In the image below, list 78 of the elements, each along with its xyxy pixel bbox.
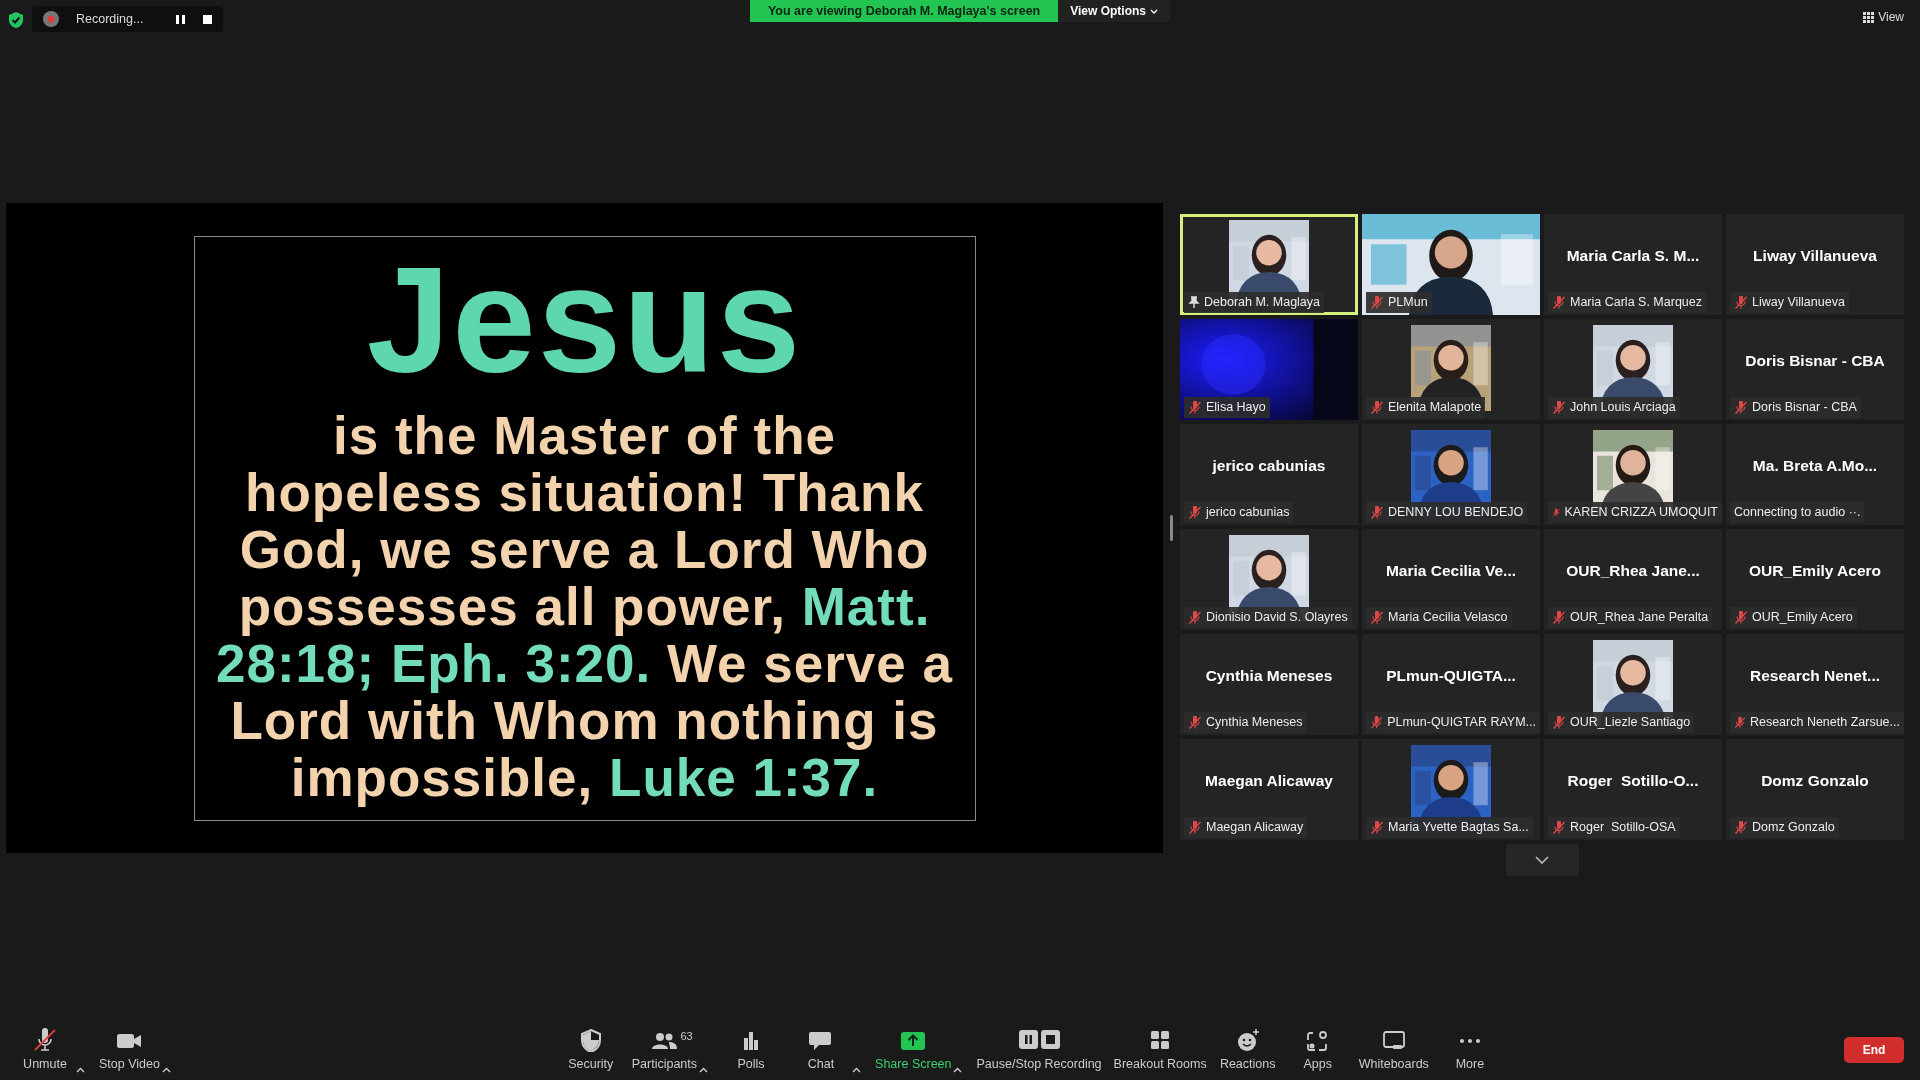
participant-label: Liway Villanueva [1752, 294, 1845, 312]
participant-label: John Louis Arciaga [1570, 399, 1676, 417]
polls-button[interactable]: Polls [716, 1026, 787, 1074]
participant-label: Maegan Alicaway [1206, 819, 1304, 837]
participant-name: Maria Cecilia Ve... [1384, 561, 1518, 581]
participant-name: Research Nenet... [1748, 666, 1882, 686]
participant-label: Roger Sotillo-OSA [1570, 819, 1676, 837]
more-button[interactable]: More [1434, 1026, 1505, 1074]
participant-name: Ma. Breta A.Mo... [1751, 456, 1879, 476]
participant-label: Maria Cecilia Velasco [1388, 609, 1508, 627]
participant-label: Deborah M. Maglaya [1204, 294, 1321, 312]
participant-label: Maria Yvette Bagtas Sa... [1388, 819, 1529, 837]
reactions-button[interactable]: Reactions [1212, 1026, 1283, 1074]
participant-name: Doris Bisnar - CBA [1744, 351, 1886, 371]
shield-icon[interactable] [8, 11, 24, 29]
participant-label: Connecting to audio ··. [1734, 504, 1861, 522]
caret-icon [161, 1066, 171, 1074]
slide-text: is the Master of the hopeless situation! Thank God, we serve a Lord Who possesses all power, Matt. 28:18; Eph. 3:20. We serve a Lord with Whom nothing is impossible, Luke 1:37. [215, 406, 954, 806]
participant-label: KAREN CRIZZA UMOQUIT [1564, 504, 1718, 522]
video-button[interactable]: Stop Video [93, 1026, 166, 1074]
whiteboards-button[interactable]: Whiteboards [1352, 1026, 1435, 1074]
caret-icon [699, 1066, 709, 1074]
participant-label: DENNY LOU BENDEJO [1388, 504, 1524, 522]
participant-label: Domz Gonzalo [1752, 819, 1835, 837]
participant-name: Cynthia Meneses [1204, 666, 1334, 686]
recording-label: Recording... [76, 10, 144, 28]
caret-button[interactable] [953, 1066, 963, 1074]
view-options-button[interactable]: View Options [1058, 0, 1171, 22]
participant-label: Cynthia Meneses [1206, 714, 1303, 732]
security-button[interactable]: Security [555, 1026, 626, 1074]
end-button[interactable]: End [1844, 1037, 1904, 1063]
participant-name: OUR_Emily Acero [1747, 561, 1883, 581]
apps-button[interactable]: Apps [1282, 1026, 1353, 1074]
participant-label: Dionisio David S. Olayres [1206, 609, 1348, 627]
participant-label: jerico cabunias [1206, 504, 1290, 522]
share-button[interactable]: Share Screen [869, 1026, 958, 1074]
participant-label: Elenita Malapote [1388, 399, 1482, 417]
grid-icon [1863, 11, 1875, 23]
chat-button[interactable]: Chat [786, 1026, 857, 1074]
participant-name: Domz Gonzalo [1760, 771, 1870, 791]
caret-button[interactable] [76, 1066, 85, 1074]
participant-name: jerico cabunias [1211, 456, 1327, 476]
resize-handle[interactable] [1170, 515, 1173, 541]
slide-title: Jesus [366, 244, 803, 395]
more-icon [1459, 1039, 1480, 1044]
participants-button[interactable]: 63 Participants [625, 1026, 704, 1074]
participant-label: Research Neneth Zarsue... [1749, 714, 1900, 732]
caret-button[interactable] [699, 1066, 709, 1074]
unmute-button[interactable]: Unmute [10, 1026, 80, 1074]
caret-button[interactable] [161, 1066, 171, 1074]
participant-label: Doris Bisnar - CBA [1752, 399, 1857, 417]
recording-button[interactable]: Pause/Stop Recording [970, 1026, 1108, 1074]
pause-icon[interactable] [175, 13, 187, 25]
view-button[interactable]: View [1863, 8, 1904, 26]
share-banner: You are viewing Deborah M. Maglaya's screen [749, 0, 1059, 22]
participant-label: Elisa Hayo [1206, 399, 1266, 417]
participant-name: PLmun-QUIGTA... [1385, 666, 1517, 686]
stop-icon[interactable] [202, 13, 214, 25]
participant-count: 63 [680, 1029, 693, 1045]
chevron-down-icon [1535, 856, 1549, 864]
participant-label: Maria Carla S. Marquez [1570, 294, 1702, 312]
caret-icon [953, 1066, 963, 1074]
participant-name: OUR_Rhea Jane... [1565, 561, 1701, 581]
record-icon [42, 10, 60, 28]
participant-label: PLmun-QUIGTAR RAYM... [1387, 714, 1536, 732]
participant-label: OUR_Emily Acero [1752, 609, 1853, 627]
caret-icon [1150, 7, 1159, 15]
participant-label: OUR_Liezle Santiago [1570, 714, 1691, 732]
breakout-button[interactable]: Breakout Rooms [1107, 1026, 1213, 1074]
caret-icon [852, 1066, 862, 1074]
participant-name: Maria Carla S. M... [1565, 246, 1701, 266]
participant-name: Maegan Alicaway [1204, 771, 1334, 791]
participant-name: Liway Villanueva [1752, 246, 1878, 266]
participant-label: PLMun [1388, 294, 1428, 312]
caret-button[interactable] [852, 1066, 862, 1074]
participant-name: Roger Sotillo-O... [1566, 771, 1700, 791]
participant-label: OUR_Rhea Jane Peralta [1570, 609, 1709, 627]
caret-icon [76, 1066, 85, 1074]
